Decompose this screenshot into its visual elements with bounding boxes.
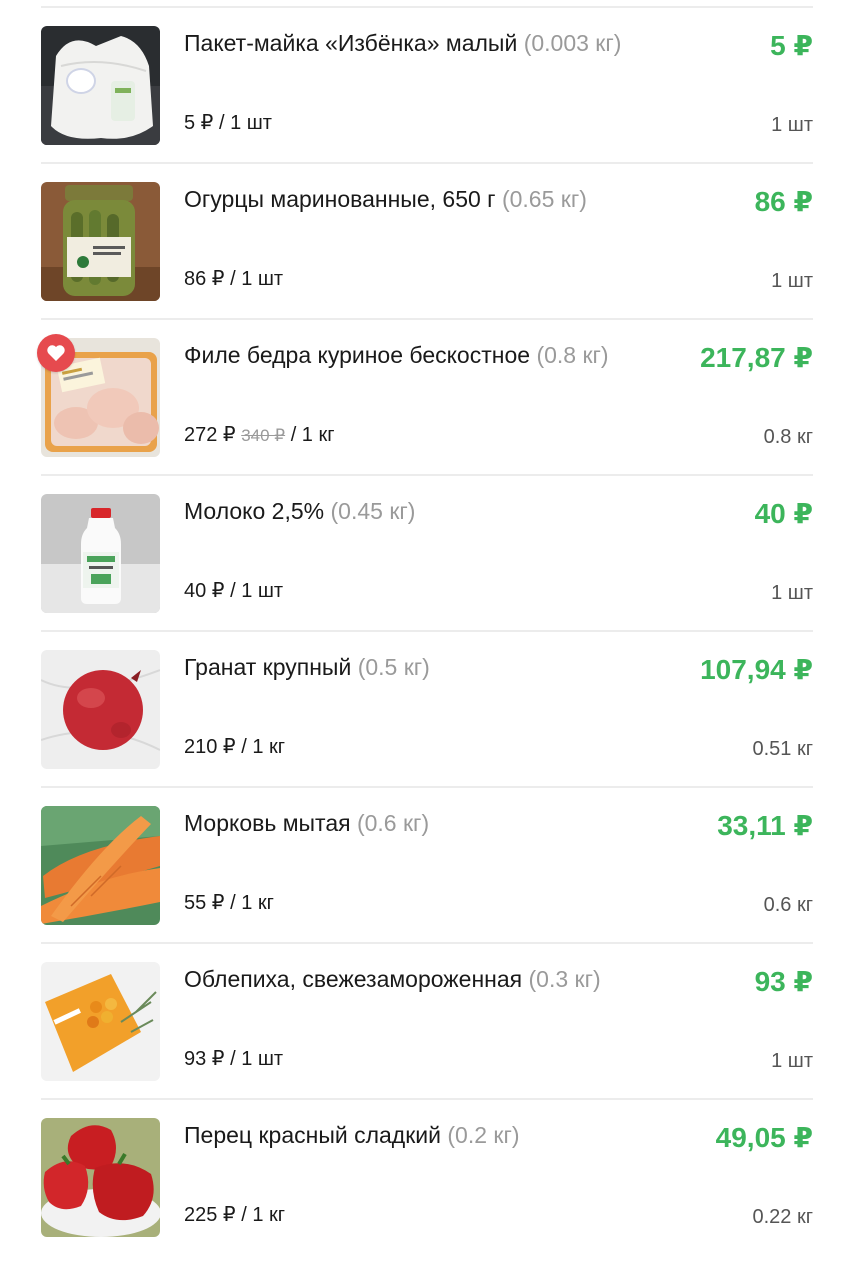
product-image-pomegranate[interactable]	[41, 650, 160, 769]
product-weight: (0.6 кг)	[356, 810, 430, 836]
item-quantity: 1 шт	[771, 114, 813, 136]
product-image-milk-bottle[interactable]	[41, 494, 160, 613]
product-title: Огурцы маринованные, 650 г (0.65 кг)	[184, 184, 654, 214]
item-total-price: 86 ₽	[754, 186, 813, 217]
product-title: Молоко 2,5% (0.45 кг)	[184, 496, 654, 526]
unit-price: 5 ₽ / 1 шт	[184, 112, 272, 134]
order-items-page: Пакет-майка «Избёнка» малый (0.003 кг) 5…	[0, 0, 843, 1280]
item-quantity: 0.6 кг	[763, 894, 813, 916]
unit-price: 225 ₽ / 1 кг	[184, 1204, 286, 1226]
item-total-price: 93 ₽	[754, 966, 813, 997]
order-item[interactable]: Молоко 2,5% (0.45 кг) 40 ₽ 40 ₽ / 1 шт 1…	[41, 476, 813, 632]
item-quantity: 1 шт	[771, 1050, 813, 1072]
product-image-sea-buckthorn-pack[interactable]	[41, 962, 160, 1081]
product-name: Облепиха, свежезамороженная	[184, 966, 523, 992]
product-title: Морковь мытая (0.6 кг)	[184, 808, 654, 838]
order-item[interactable]: Филе бедра куриное бескостное (0.8 кг) 2…	[37, 320, 813, 476]
order-item[interactable]: Перец красный сладкий (0.2 кг) 49,05 ₽ 2…	[41, 1100, 813, 1254]
item-quantity: 0.51 кг	[752, 738, 813, 760]
item-total-price: 107,94 ₽	[700, 654, 813, 685]
product-name: Перец красный сладкий	[184, 1122, 441, 1148]
product-name: Молоко 2,5%	[184, 498, 325, 524]
product-weight: (0.3 кг)	[528, 966, 601, 992]
product-image-plastic-bag[interactable]	[41, 26, 160, 145]
order-items-list: Пакет-майка «Избёнка» малый (0.003 кг) 5…	[0, 8, 843, 1254]
unit-price: 93 ₽ / 1 шт	[184, 1048, 284, 1070]
heart-icon	[47, 345, 65, 361]
order-item[interactable]: Облепиха, свежезамороженная (0.3 кг) 93 …	[41, 944, 813, 1100]
order-item[interactable]: Пакет-майка «Избёнка» малый (0.003 кг) 5…	[41, 8, 813, 164]
unit-price: 210 ₽ / 1 кг	[184, 736, 286, 758]
item-total-price: 33,11 ₽	[717, 810, 813, 841]
unit-price: 55 ₽ / 1 кг	[184, 892, 274, 914]
product-title: Гранат крупный (0.5 кг)	[184, 652, 654, 682]
product-name: Огурцы маринованные, 650 г	[184, 186, 496, 212]
product-name: Морковь мытая	[184, 810, 351, 836]
product-image-red-peppers[interactable]	[41, 1118, 160, 1237]
item-quantity: 1 шт	[771, 270, 813, 292]
product-weight: (0.65 кг)	[501, 186, 587, 212]
order-item[interactable]: Гранат крупный (0.5 кг) 107,94 ₽ 210 ₽ /…	[41, 632, 813, 788]
product-name: Филе бедра куриное бескостное	[184, 342, 531, 368]
product-name: Гранат крупный	[184, 654, 352, 680]
current-price: 272 ₽	[184, 424, 236, 446]
product-title: Филе бедра куриное бескостное (0.8 кг)	[184, 340, 654, 370]
product-title: Пакет-майка «Избёнка» малый (0.003 кг)	[184, 28, 654, 58]
favorite-badge[interactable]	[37, 334, 75, 372]
item-total-price: 217,87 ₽	[700, 342, 813, 373]
item-total-price: 40 ₽	[754, 498, 813, 529]
old-price: 340 ₽	[241, 426, 286, 445]
unit-price: 40 ₽ / 1 шт	[184, 580, 284, 602]
product-title: Перец красный сладкий (0.2 кг)	[184, 1120, 654, 1150]
product-title: Облепиха, свежезамороженная (0.3 кг)	[184, 964, 654, 994]
unit-price: 86 ₽ / 1 шт	[184, 268, 284, 290]
item-total-price: 49,05 ₽	[715, 1122, 813, 1153]
item-quantity: 1 шт	[771, 582, 813, 604]
item-quantity: 0.8 кг	[763, 426, 813, 448]
product-image-carrots[interactable]	[41, 806, 160, 925]
unit-price: 272 ₽ 340 ₽ / 1 кг	[184, 422, 335, 449]
order-item[interactable]: Морковь мытая (0.6 кг) 33,11 ₽ 55 ₽ / 1 …	[41, 788, 813, 944]
item-quantity: 0.22 кг	[752, 1206, 813, 1228]
product-weight: (0.2 кг)	[447, 1122, 520, 1148]
product-name: Пакет-майка «Избёнка» малый	[184, 30, 518, 56]
product-image-pickles-jar[interactable]	[41, 182, 160, 301]
price-unit: / 1 кг	[290, 424, 335, 446]
order-item[interactable]: Огурцы маринованные, 650 г (0.65 кг) 86 …	[41, 164, 813, 320]
product-weight: (0.003 кг)	[523, 30, 622, 56]
product-weight: (0.45 кг)	[330, 498, 416, 524]
product-weight: (0.5 кг)	[357, 654, 430, 680]
item-total-price: 5 ₽	[770, 30, 813, 61]
product-weight: (0.8 кг)	[536, 342, 609, 368]
